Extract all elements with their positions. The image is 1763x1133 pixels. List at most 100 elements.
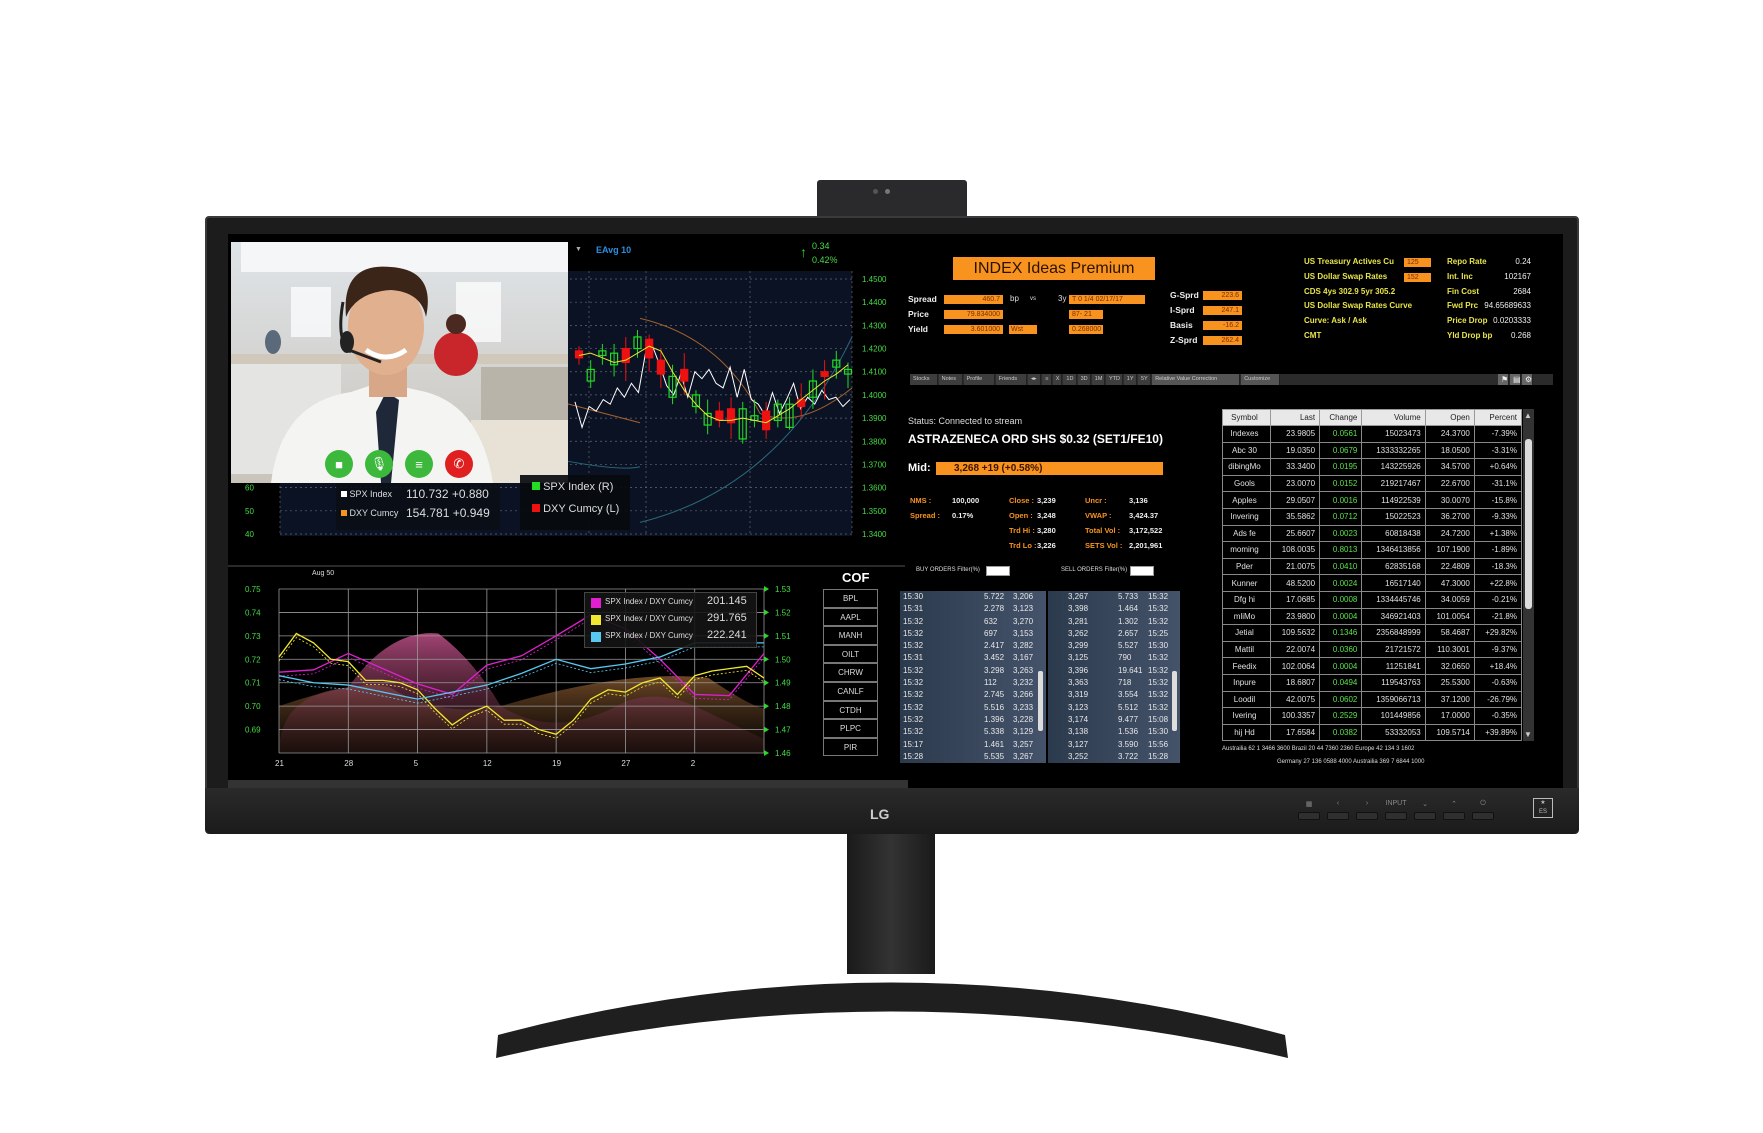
microphone-button[interactable]: 🎙: [365, 450, 393, 478]
table-row[interactable]: Jetial 109.5632 0.1346 2356848999 58.4687 +29…: [1222, 624, 1523, 642]
order-row[interactable]: 15:32 697 3,153: [900, 628, 1046, 640]
dropdown-arrow-icon[interactable]: ▼: [575, 246, 582, 253]
table-row[interactable]: Indexes 23.9805 0.0561 15023473 24.3700 -7.39…: [1222, 425, 1523, 443]
toolbar-tab[interactable]: 3D: [1077, 374, 1091, 385]
toolbar-tab[interactable]: Profile: [963, 374, 995, 385]
toolbar-tab[interactable]: Friends: [995, 374, 1027, 385]
watchlist-item[interactable]: AAPL: [823, 607, 878, 627]
spread-metric-value[interactable]: 223.6: [1203, 291, 1242, 300]
order-row[interactable]: 15:17 1.461 3,257: [900, 739, 1046, 751]
yield-field[interactable]: 3.601000: [944, 325, 1003, 334]
document-icon[interactable]: ▤: [1510, 374, 1521, 385]
scrollbar-thumb[interactable]: [1172, 671, 1177, 731]
buy-orders-list[interactable]: 15:30 5.722 3,206 15:31 2.278 3,123 15:32 632 3,…: [900, 591, 1046, 763]
order-row[interactable]: 15:32 2.745 3,266: [900, 689, 1046, 701]
video-call-window[interactable]: [231, 242, 568, 483]
order-row[interactable]: 3,299 5.527 15:30: [1048, 640, 1180, 652]
table-row[interactable]: Inpure 18.6807 0.0494 119543763 25.5300 -0.63…: [1222, 673, 1523, 692]
flag-icon[interactable]: ⚑: [1498, 374, 1509, 385]
yield-benchmark-field[interactable]: 0.268000: [1069, 325, 1103, 334]
scrollbar-thumb[interactable]: [1525, 439, 1532, 609]
watchlist-item[interactable]: MANH: [823, 626, 878, 645]
toolbar-tab[interactable]: 1D: [1063, 374, 1077, 385]
order-row[interactable]: 3,262 2.657 15:25: [1048, 628, 1180, 640]
table-row[interactable]: mliMo 23.9800 0.0004 346921403 101.0054 -21.8…: [1222, 607, 1523, 626]
toolbar-tab[interactable]: 5Y: [1138, 374, 1152, 385]
order-row[interactable]: 15:32 3.298 3,263: [900, 665, 1046, 677]
curve-select[interactable]: 125: [1404, 258, 1431, 267]
curve-label[interactable]: Curve: Ask / Ask: [1304, 316, 1367, 325]
buy-filter-input[interactable]: [986, 566, 1010, 576]
table-row[interactable]: dibingMo 33.3400 0.0195 143225926 34.5700 +0.…: [1222, 458, 1523, 476]
yield-type-select[interactable]: Wst: [1009, 325, 1037, 334]
order-row[interactable]: 3,123 5.512 15:32: [1048, 702, 1180, 714]
order-row[interactable]: 15:31 3.452 3,167: [900, 652, 1046, 664]
watchlist-item[interactable]: CANLF: [823, 682, 878, 701]
scrollbar-thumb[interactable]: [1038, 671, 1043, 731]
order-row[interactable]: 3,281 1.302 15:32: [1048, 616, 1180, 628]
order-row[interactable]: 3,138 1.536 15:30: [1048, 726, 1180, 738]
order-row[interactable]: 15:32 632 3,270: [900, 616, 1046, 628]
curve-label[interactable]: US Treasury Actives Cu: [1304, 257, 1394, 266]
table-row[interactable]: Mattil 22.0074 0.0360 21721572 110.3001 -9.37…: [1222, 640, 1523, 659]
scroll-down-icon[interactable]: ▼: [1524, 730, 1532, 739]
order-row[interactable]: 3,267 5.733 15:32: [1048, 591, 1180, 603]
table-row[interactable]: Gools 23.0070 0.0152 219217467 22.6700 -31.1%: [1222, 474, 1523, 493]
spread-benchmark-field[interactable]: T 0 1/4 02/17/17: [1069, 295, 1145, 304]
column-header[interactable]: Symbol: [1222, 409, 1271, 426]
table-row[interactable]: hij Hd 17.6584 0.0382 53332053 109.5714 +39.8…: [1222, 723, 1523, 742]
camera-button[interactable]: ■: [325, 450, 353, 478]
order-row[interactable]: 15:32 2.417 3,282: [900, 640, 1046, 652]
table-row[interactable]: Kunner 48.5200 0.0024 16517140 47.3000 +22.8%: [1222, 574, 1523, 592]
toolbar-tab[interactable]: Relative Value Correction: [1152, 374, 1241, 385]
order-row[interactable]: 15:32 1.396 3,228: [900, 714, 1046, 726]
watchlist-item[interactable]: BPL: [823, 589, 878, 608]
toolbar-tab[interactable]: YTD: [1106, 374, 1123, 385]
spread-metric-value[interactable]: -16.2: [1203, 321, 1242, 330]
sell-orders-list[interactable]: 3,267 5.733 15:32 3,398 1.464 15:32 3,281 1.302…: [1048, 591, 1180, 763]
curve-label[interactable]: CDS 4ys 302.9 5yr 305.2: [1304, 287, 1395, 296]
order-row[interactable]: 3,252 3.722 15:28: [1048, 751, 1180, 763]
study-label[interactable]: EAvg 10: [596, 245, 631, 255]
table-row[interactable]: Feedix 102.0064 0.0004 11251841 32.0650 +18.4…: [1222, 657, 1523, 675]
order-row[interactable]: 15:32 5.338 3,129: [900, 726, 1046, 738]
curve-select[interactable]: 152: [1404, 272, 1431, 282]
table-row[interactable]: moming 108.0035 0.8013 1346413856 107.1900 -1…: [1222, 541, 1523, 559]
sell-filter-input[interactable]: [1130, 566, 1154, 576]
column-header[interactable]: Change: [1319, 409, 1363, 426]
table-row[interactable]: Apples 29.0507 0.0016 114922539 30.0070 -15.8…: [1222, 491, 1523, 509]
table-row[interactable]: Loodil 42.0075 0.0602 1359066713 37.1200 -26.…: [1222, 690, 1523, 709]
column-header[interactable]: Open: [1424, 409, 1475, 426]
watchlist-item[interactable]: OILT: [823, 644, 878, 664]
toolbar-tab[interactable]: ≡: [1042, 374, 1052, 385]
watchlist-item[interactable]: PIR: [823, 737, 878, 757]
column-header[interactable]: Volume: [1361, 409, 1426, 426]
order-row[interactable]: 3,319 3.554 15:32: [1048, 689, 1180, 701]
scroll-up-icon[interactable]: ▲: [1524, 411, 1532, 420]
price-benchmark-field[interactable]: 87- 21: [1069, 310, 1103, 319]
table-row[interactable]: Dfg hi 17.0685 0.0008 1334445746 34.0059 -0.2…: [1222, 590, 1523, 609]
toolbar-tab[interactable]: Customize: [1241, 374, 1280, 385]
spread-metric-value[interactable]: 262.4: [1203, 336, 1242, 345]
hang-up-button[interactable]: ✆: [445, 450, 473, 478]
table-row[interactable]: Ivering 100.3357 0.2529 101449856 17.0000 -0.…: [1222, 707, 1523, 725]
watchlist-item[interactable]: PLPC: [823, 719, 878, 738]
order-row[interactable]: 3,127 3.590 15:56: [1048, 739, 1180, 751]
table-row[interactable]: Abc 30 19.0350 0.0679 1333332265 18.0500 -3.3…: [1222, 441, 1523, 460]
toolbar-tab[interactable]: Notes: [938, 374, 963, 385]
table-row[interactable]: Ads fe 25.6607 0.0023 60818438 24.7200 +1.38%: [1222, 524, 1523, 543]
order-row[interactable]: 15:32 5.516 3,233: [900, 702, 1046, 714]
spread-metric-value[interactable]: 247.1: [1203, 306, 1242, 315]
curve-label[interactable]: US Dollar Swap Rates Curve: [1304, 301, 1412, 310]
toolbar-tab[interactable]: Stocks: [910, 374, 938, 385]
order-row[interactable]: 3,396 19.641 15:32: [1048, 665, 1180, 677]
order-row[interactable]: 3,363 718 15:32: [1048, 677, 1180, 689]
toolbar-tab[interactable]: 1M: [1091, 374, 1105, 385]
column-header[interactable]: Last: [1269, 409, 1321, 426]
order-row[interactable]: 15:28 5.535 3,267: [900, 751, 1046, 763]
gear-icon[interactable]: ⚙: [1522, 374, 1533, 385]
order-row[interactable]: 3,125 790 15:32: [1048, 652, 1180, 664]
order-row[interactable]: 3,174 9.477 15:08: [1048, 714, 1180, 726]
toolbar-tab[interactable]: ◂▸: [1028, 374, 1042, 385]
spread-field[interactable]: 460.7: [944, 295, 1003, 304]
